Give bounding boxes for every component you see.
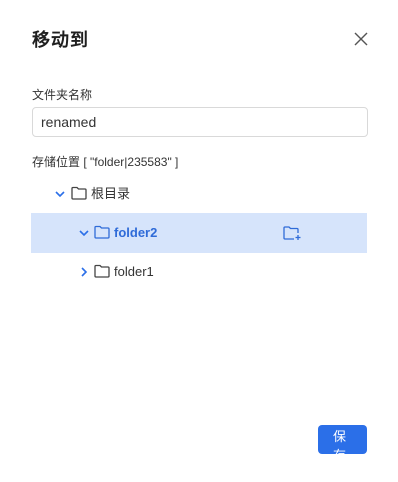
storage-location-label: 存储位置 [ "folder|235583" ]: [32, 155, 179, 169]
chevron-down-icon[interactable]: [78, 227, 90, 239]
chevron-right-icon[interactable]: [78, 266, 90, 278]
move-to-dialog: 移动到 文件夹名称 存储位置 [ "folder|235583" ] 根目录 f: [0, 0, 398, 482]
dialog-title: 移动到: [32, 30, 89, 50]
folder-icon: [71, 186, 87, 200]
tree-node-folder2-label: folder2: [114, 225, 158, 240]
folder-name-label: 文件夹名称: [32, 88, 93, 102]
chevron-down-icon[interactable]: [54, 188, 66, 200]
folder-name-input[interactable]: [32, 107, 368, 137]
folder-icon: [94, 264, 110, 278]
tree-node-folder2[interactable]: folder2: [31, 213, 367, 253]
folder-icon: [94, 225, 110, 239]
tree-node-folder1-label: folder1: [114, 264, 154, 279]
tree-node-root[interactable]: 根目录: [31, 176, 367, 212]
tree-node-folder1[interactable]: folder1: [31, 254, 367, 290]
tree-node-root-label: 根目录: [91, 186, 131, 201]
new-folder-icon[interactable]: [283, 225, 301, 241]
close-icon[interactable]: [352, 30, 370, 48]
save-button[interactable]: 保 存: [318, 425, 367, 463]
